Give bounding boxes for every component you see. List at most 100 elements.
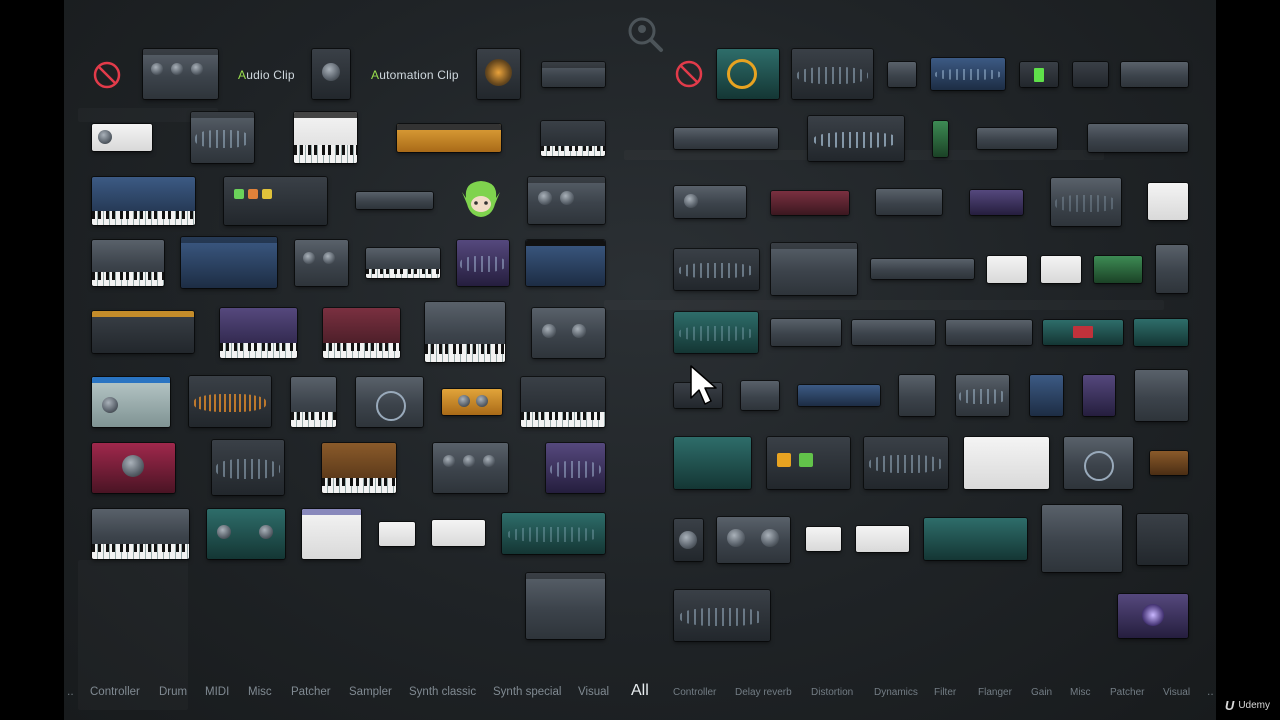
- plugin-thumbnail[interactable]: [532, 308, 605, 358]
- plugin-thumbnail[interactable]: [1042, 505, 1122, 572]
- plugin-thumbnail[interactable]: [366, 248, 440, 278]
- category-distortion[interactable]: Distortion: [811, 687, 853, 698]
- category-effect-misc[interactable]: Misc: [1070, 687, 1091, 698]
- plugin-thumbnail[interactable]: [425, 302, 505, 362]
- category-dynamics[interactable]: Dynamics: [874, 687, 918, 698]
- plugin-thumbnail[interactable]: [1030, 375, 1063, 416]
- plugin-thumbnail[interactable]: [220, 308, 297, 358]
- plugin-thumbnail[interactable]: [899, 375, 935, 416]
- plugin-thumbnail[interactable]: [1135, 370, 1188, 421]
- plugin-thumbnail[interactable]: [526, 573, 605, 639]
- scroll-right-indicator[interactable]: ..: [1207, 684, 1214, 698]
- category-gain[interactable]: Gain: [1031, 687, 1052, 698]
- plugin-thumbnail[interactable]: [1150, 451, 1188, 475]
- plugin-thumbnail[interactable]: [502, 513, 605, 554]
- plugin-thumbnail[interactable]: [224, 177, 327, 225]
- plugin-thumbnail[interactable]: [856, 526, 909, 552]
- none-icon[interactable]: [92, 60, 122, 90]
- plugin-thumbnail[interactable]: [528, 177, 605, 224]
- category-synth-classic[interactable]: Synth classic: [409, 686, 476, 698]
- category-flanger[interactable]: Flanger: [978, 687, 1012, 698]
- plugin-thumbnail[interactable]: [1073, 62, 1108, 87]
- plugin-thumbnail[interactable]: [212, 440, 284, 495]
- plugin-thumbnail[interactable]: [322, 443, 396, 493]
- category-delay-reverb[interactable]: Delay reverb: [735, 687, 792, 698]
- plugin-thumbnail[interactable]: [674, 519, 703, 561]
- plugin-thumbnail[interactable]: [964, 437, 1049, 489]
- plugin-thumbnail[interactable]: [207, 509, 285, 559]
- category-effect-controller[interactable]: Controller: [673, 687, 716, 698]
- plugin-thumbnail[interactable]: [1064, 437, 1133, 489]
- plugin-thumbnail[interactable]: [924, 518, 1027, 560]
- category-filter[interactable]: Filter: [934, 687, 956, 698]
- plugin-thumbnail[interactable]: [806, 527, 841, 551]
- plugin-thumbnail[interactable]: [977, 128, 1057, 149]
- category-effect-visual[interactable]: Visual: [1163, 687, 1190, 698]
- plugin-thumbnail[interactable]: [542, 62, 605, 87]
- category-sampler[interactable]: Sampler: [349, 686, 392, 698]
- plugin-thumbnail[interactable]: [526, 240, 605, 286]
- plugin-thumbnail[interactable]: [1134, 319, 1188, 346]
- plugin-thumbnail[interactable]: [674, 437, 751, 489]
- plugin-thumbnail[interactable]: [876, 189, 942, 215]
- plugin-thumbnail[interactable]: [191, 112, 254, 163]
- plugin-thumbnail[interactable]: [92, 311, 194, 353]
- mascot-icon[interactable]: [462, 178, 500, 220]
- plugin-thumbnail[interactable]: [1088, 124, 1188, 152]
- plugin-thumbnail[interactable]: [1137, 514, 1188, 565]
- plugin-thumbnail[interactable]: [442, 389, 502, 415]
- plugin-thumbnail[interactable]: [674, 249, 759, 290]
- plugin-thumbnail[interactable]: [181, 237, 277, 288]
- category-generator-misc[interactable]: Misc: [248, 686, 272, 698]
- category-midi[interactable]: MIDI: [205, 686, 229, 698]
- audio-clip-label[interactable]: Audio Clip: [238, 68, 295, 82]
- plugin-thumbnail[interactable]: [356, 377, 423, 427]
- plugin-thumbnail[interactable]: [674, 128, 778, 149]
- plugin-thumbnail[interactable]: [294, 112, 357, 163]
- plugin-thumbnail[interactable]: [771, 319, 841, 346]
- plugin-thumbnail[interactable]: [852, 320, 935, 345]
- plugin-thumbnail[interactable]: [1156, 245, 1188, 293]
- plugin-thumbnail[interactable]: [1121, 62, 1188, 87]
- plugin-thumbnail[interactable]: [946, 320, 1032, 345]
- plugin-thumbnail[interactable]: [1041, 256, 1081, 283]
- plugin-thumbnail[interactable]: [933, 121, 948, 157]
- plugin-thumbnail[interactable]: [1148, 183, 1188, 220]
- plugin-thumbnail[interactable]: [92, 124, 152, 151]
- none-icon[interactable]: [674, 59, 704, 89]
- plugin-thumbnail[interactable]: [674, 186, 746, 218]
- plugin-thumbnail[interactable]: [1094, 256, 1142, 283]
- category-generator-visual[interactable]: Visual: [578, 686, 609, 698]
- plugin-thumbnail[interactable]: [477, 49, 520, 99]
- plugin-thumbnail[interactable]: [302, 509, 361, 559]
- plugin-thumbnail[interactable]: [546, 443, 605, 493]
- plugin-thumbnail[interactable]: [717, 517, 790, 563]
- plugin-thumbnail[interactable]: [888, 62, 916, 87]
- category-synth-special[interactable]: Synth special: [493, 686, 561, 698]
- plugin-thumbnail[interactable]: [323, 308, 400, 358]
- category-generator-controller[interactable]: Controller: [90, 686, 140, 698]
- plugin-thumbnail[interactable]: [1083, 375, 1115, 416]
- plugin-thumbnail[interactable]: [871, 259, 974, 279]
- plugin-thumbnail[interactable]: [92, 443, 175, 493]
- plugin-thumbnail[interactable]: [1043, 320, 1123, 345]
- category-all[interactable]: All: [631, 682, 649, 700]
- plugin-thumbnail[interactable]: [397, 124, 501, 152]
- category-drum[interactable]: Drum: [159, 686, 187, 698]
- plugin-thumbnail[interactable]: [432, 520, 485, 546]
- plugin-thumbnail[interactable]: [92, 377, 170, 427]
- plugin-thumbnail[interactable]: [771, 191, 849, 215]
- plugin-thumbnail[interactable]: [356, 192, 433, 209]
- plugin-thumbnail[interactable]: [189, 376, 271, 427]
- plugin-thumbnail[interactable]: [970, 190, 1023, 215]
- plugin-thumbnail[interactable]: [931, 58, 1005, 90]
- category-effect-patcher[interactable]: Patcher: [1110, 687, 1144, 698]
- category-generator-patcher[interactable]: Patcher: [291, 686, 331, 698]
- plugin-thumbnail[interactable]: [1118, 594, 1188, 638]
- plugin-thumbnail[interactable]: [92, 240, 164, 286]
- plugin-thumbnail[interactable]: [379, 522, 415, 546]
- plugin-thumbnail[interactable]: [987, 256, 1027, 283]
- plugin-thumbnail[interactable]: [808, 116, 904, 161]
- plugin-thumbnail[interactable]: [92, 177, 195, 225]
- plugin-thumbnail[interactable]: [433, 443, 508, 493]
